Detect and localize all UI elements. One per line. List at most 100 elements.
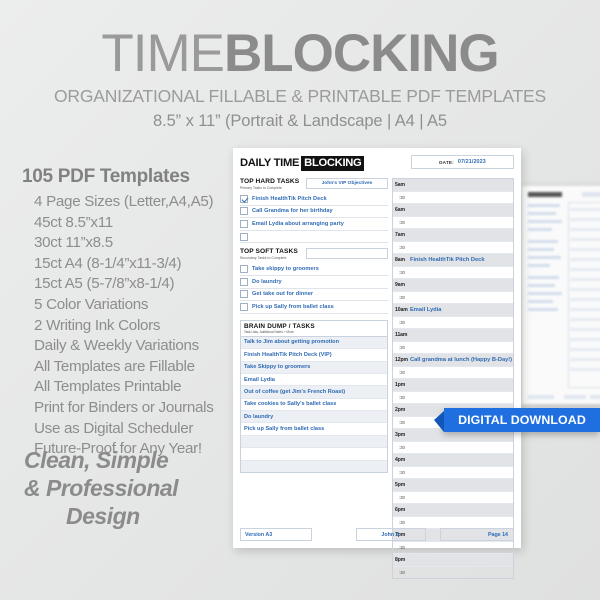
checkbox-icon[interactable]	[240, 290, 248, 299]
schedule-hour-row[interactable]: 6am	[393, 204, 513, 217]
brain-dump-row[interactable]	[241, 460, 387, 473]
list-item: 4 Page Sizes (Letter,A4,A5)	[34, 193, 214, 210]
schedule-half-hour-row[interactable]: :30	[393, 317, 513, 329]
schedule-hour-row[interactable]: 5am	[393, 179, 513, 192]
checkbox-icon[interactable]	[240, 207, 248, 216]
schedule-hour-row[interactable]: 4pm	[393, 454, 513, 467]
bg-line	[528, 204, 560, 207]
document-footer: Version A3 John S. Page 14	[240, 528, 514, 541]
brain-dump-row[interactable]: Take Skippy to groomers	[241, 361, 387, 374]
schedule-hour-row[interactable]: 1pm	[393, 379, 513, 392]
checklist-item[interactable]: Finish HealthTik Pitch Deck	[240, 193, 388, 206]
schedule-time-label: 10am	[395, 306, 408, 313]
brain-dump-row[interactable]: Out of coffee (get Jim's French Roast)	[241, 386, 387, 399]
schedule-hour-row[interactable]: 7am	[393, 229, 513, 242]
schedule-time-label: 11am	[395, 331, 408, 338]
bg-line	[570, 358, 600, 361]
brain-dump-text: Pick up Sally from ballet class	[244, 426, 325, 433]
schedule-half-hour-row[interactable]: :30	[393, 267, 513, 279]
schedule-hour-row[interactable]: 10am Email Lydia	[393, 304, 513, 317]
checklist-label: Do laundry	[252, 278, 282, 285]
schedule-half-hour-row[interactable]: :30	[393, 367, 513, 379]
schedule-half-hour-row[interactable]: :30	[393, 492, 513, 504]
bg-line	[570, 298, 600, 301]
schedule-hour-row[interactable]: 9am	[393, 279, 513, 292]
schedule-time-label: 6am	[395, 206, 405, 213]
checkbox-icon[interactable]	[240, 302, 248, 311]
bg-line	[528, 300, 553, 303]
brain-dump-header: BRAIN DUMP / TASKS Task Lists, Additiona…	[241, 321, 387, 337]
schedule-half-hour-row[interactable]: :30	[393, 292, 513, 304]
schedule-half-hour-row[interactable]: :30	[393, 567, 513, 579]
schedule-half-hour-row[interactable]: :30	[393, 392, 513, 404]
schedule-half-hour-row[interactable]: :30	[393, 192, 513, 204]
checkbox-icon[interactable]	[240, 219, 248, 228]
brain-dump-heading: BRAIN DUMP / TASKS	[244, 322, 315, 330]
tagline-line-2: & Professional	[24, 475, 179, 501]
version-field[interactable]: Version A3	[240, 528, 312, 541]
vip-objectives-value: John's VIP Objectives	[321, 181, 373, 186]
schedule-time-label: 4pm	[395, 456, 406, 463]
user-field[interactable]: John S.	[356, 528, 426, 541]
schedule-half-hour-row[interactable]: :30	[393, 242, 513, 254]
schedule-hour-row[interactable]: 6pm	[393, 504, 513, 517]
checkbox-icon[interactable]	[240, 277, 248, 286]
schedule-column: 5am:30 6am:30 7am:30 8am Finish HealthTik Pi…	[392, 178, 514, 579]
checklist-item[interactable]: Take skippy to groomers	[240, 263, 388, 276]
schedule-hour-row[interactable]: 8am Finish HealthTik Pitch Deck	[393, 254, 513, 267]
schedule-half-hour-row[interactable]: :30	[393, 342, 513, 354]
brain-dump-text: Do laundry	[244, 413, 274, 420]
schedule-hour-row[interactable]: 5pm	[393, 479, 513, 492]
schedule-hour-row[interactable]: 12pm Call grandma at lunch (Happy B-Day!)	[393, 354, 513, 367]
soft-tasks-field[interactable]	[306, 248, 388, 260]
schedule-half-label: :30	[399, 519, 405, 525]
schedule-half-hour-row[interactable]: :30	[393, 442, 513, 454]
checklist-item[interactable]: Email Lydia about arranging party	[240, 218, 388, 231]
brain-dump-row[interactable]: Take cookies to Sally's ballet class	[241, 399, 387, 412]
checkbox-checked-icon[interactable]	[240, 194, 248, 203]
brain-dump-row[interactable]	[241, 448, 387, 461]
page-number-field[interactable]: Page 14	[440, 528, 514, 541]
brain-dump-row[interactable]: Talk to Jim about getting promotion	[241, 336, 387, 350]
background-template-preview	[522, 186, 600, 404]
bg-line	[528, 256, 561, 259]
brain-dump-row[interactable]: Do laundry	[241, 411, 387, 424]
checklist-item[interactable]: Do laundry	[240, 276, 388, 289]
date-field[interactable]: DATE: 07/21/2023	[411, 155, 514, 169]
list-item: Daily & Weekly Variations	[34, 337, 199, 355]
schedule-half-label: :30	[399, 419, 405, 425]
brain-dump-row[interactable]: Pick up Sally from ballet class	[241, 423, 387, 436]
schedule-time-label: 6pm	[395, 506, 406, 513]
checkbox-icon[interactable]	[240, 232, 248, 241]
schedule-time-label: 12pm	[395, 356, 408, 363]
checklist-item[interactable]: Call Grandma for her birthday	[240, 206, 388, 219]
schedule-half-label: :30	[399, 494, 405, 500]
schedule-time-label: 2pm	[395, 406, 406, 413]
bg-line	[528, 212, 556, 215]
brain-dump-row[interactable]	[241, 435, 387, 449]
schedule-hour-row[interactable]: 11am	[393, 329, 513, 342]
brain-dump-text: Finish HealthTik Pitch Deck (VIP)	[244, 351, 332, 358]
list-item: 15ct A5 (5-7/8”x8-1/4)	[34, 275, 175, 293]
template-page-preview: DAILY TIME BLOCKING DATE: 07/21/2023 TOP …	[233, 148, 521, 579]
checklist-item[interactable]: Pick up Sally from ballet class	[240, 301, 388, 314]
schedule-half-hour-row[interactable]: :30	[393, 467, 513, 479]
bg-line	[528, 248, 554, 251]
feature-list: 105 PDF Templates 4 Page Sizes (Letter,A…	[22, 166, 227, 460]
schedule-half-label: :30	[399, 319, 405, 325]
bg-date-bar	[582, 192, 600, 197]
checklist-item[interactable]	[240, 231, 388, 244]
schedule-half-hour-row[interactable]: :30	[393, 542, 513, 554]
schedule-half-hour-row[interactable]: :30	[393, 217, 513, 229]
bg-line	[570, 268, 600, 271]
brain-dump-row[interactable]: Email Lydia	[241, 374, 387, 387]
hard-tasks-header: TOP HARD TASKS Primary Tasks to Complete…	[240, 178, 388, 192]
schedule-hour-row[interactable]: 8pm	[393, 554, 513, 567]
schedule-time-label: 1pm	[395, 381, 406, 388]
checkbox-icon[interactable]	[240, 265, 248, 274]
checklist-item[interactable]: Get take out for dinner	[240, 289, 388, 302]
page-title: TIMEBLOCKING	[0, 26, 600, 82]
schedule-half-label: :30	[399, 369, 405, 375]
vip-objectives-field[interactable]: John's VIP Objectives	[306, 178, 388, 189]
brain-dump-row[interactable]: Finish HealthTik Pitch Deck (VIP)	[241, 349, 387, 362]
